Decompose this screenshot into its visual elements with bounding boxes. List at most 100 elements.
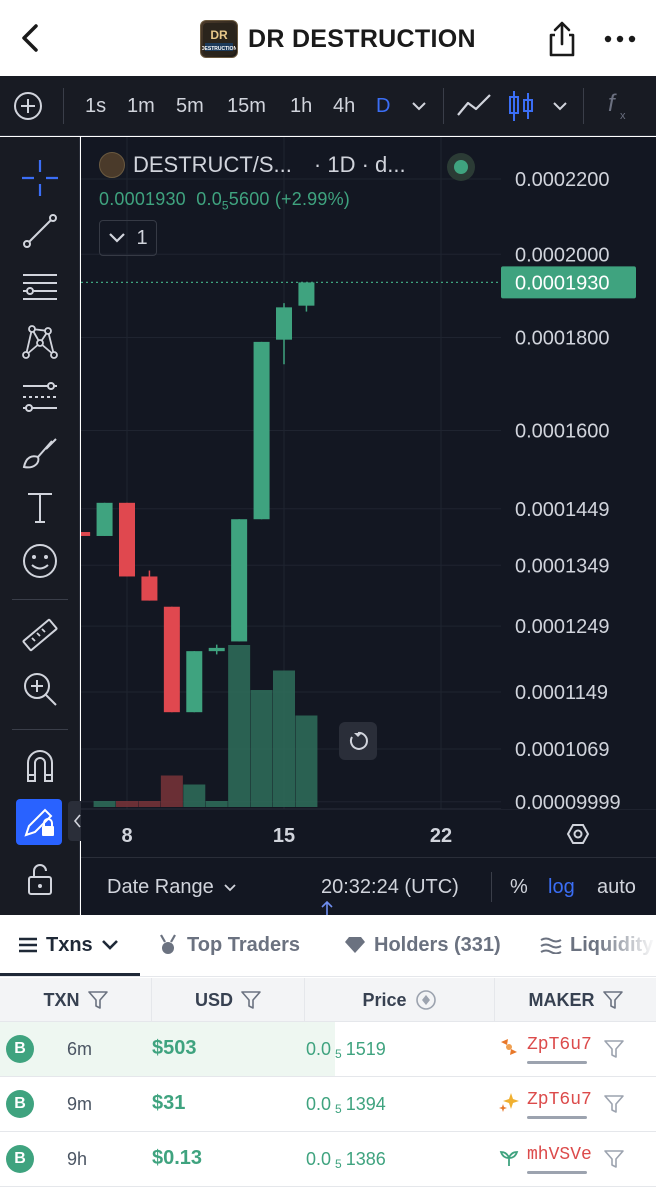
- interval-1h[interactable]: 1h: [290, 76, 312, 136]
- price-axis-label: 0.0002200: [515, 169, 610, 191]
- tx-price: 0.0 5 1519: [306, 1039, 386, 1061]
- prediction-tool[interactable]: [18, 375, 62, 419]
- smiley-icon: [23, 544, 57, 578]
- maker-address[interactable]: mhVSVe: [527, 1145, 592, 1165]
- filter-icon[interactable]: [603, 1038, 625, 1060]
- candle-body: [81, 532, 91, 536]
- candle-chart-type-button[interactable]: [507, 76, 535, 136]
- volume-bar: [295, 715, 318, 807]
- price-chart[interactable]: 0.0002200 0.0002000 0.0001800 0.0001600 0.00…: [81, 137, 656, 934]
- measure-tool[interactable]: [18, 613, 62, 657]
- svg-text:x: x: [620, 110, 626, 122]
- tab-txns[interactable]: Txns: [18, 915, 119, 975]
- interval-1d-active[interactable]: D: [376, 76, 390, 136]
- line-chart-type-button[interactable]: [456, 76, 492, 136]
- header-price[interactable]: Price: [305, 978, 495, 1022]
- maker-address[interactable]: ZpT6u7: [527, 1035, 592, 1055]
- medal-icon: [160, 934, 176, 954]
- tx-usd: $31: [152, 1092, 186, 1114]
- indicators-collapse-toggle[interactable]: 1: [99, 220, 157, 256]
- indicators-button[interactable]: f x: [606, 76, 632, 136]
- tx-age: 6m: [67, 1039, 93, 1059]
- date-range-label: Date Range: [107, 875, 214, 898]
- legend-change: 0.055600 (+2.99%): [196, 189, 350, 213]
- maker-underline: [527, 1116, 587, 1119]
- table-row[interactable]: B 9m $31 0.0 5 1394 ZpT6u7: [0, 1077, 656, 1132]
- transactions-table: TXN USD Price MAKER B 6m $503 0.0 5 1519 Z…: [0, 978, 656, 1187]
- tx-usd: $0.13: [152, 1147, 203, 1169]
- brush-tool[interactable]: [18, 431, 62, 475]
- reset-chart-button[interactable]: [339, 722, 377, 760]
- svg-text:DR: DR: [210, 28, 228, 42]
- interval-dropdown[interactable]: [410, 76, 428, 136]
- maker-address[interactable]: ZpT6u7: [527, 1090, 592, 1110]
- back-button[interactable]: [14, 20, 50, 56]
- filter-icon: [602, 991, 623, 1009]
- add-indicator-button[interactable]: [12, 76, 44, 136]
- chart-footer: Date Range 20:32:24 (UTC) % log auto: [81, 857, 656, 934]
- filter-icon: [241, 991, 261, 1009]
- interval-4h[interactable]: 4h: [333, 76, 355, 136]
- last-price-line: 0.0001930: [81, 266, 636, 299]
- text-tool[interactable]: [18, 485, 62, 529]
- toolbar-divider: [583, 88, 584, 124]
- table-row[interactable]: B 6m $503 0.0 5 1519 ZpT6u7: [0, 1022, 656, 1077]
- filter-icon[interactable]: [603, 1093, 625, 1115]
- log-scale-toggle[interactable]: log: [548, 858, 575, 916]
- auto-scale-toggle[interactable]: auto: [597, 858, 636, 916]
- utc-clock[interactable]: 20:32:24 (UTC): [321, 858, 459, 916]
- header-usd[interactable]: USD: [152, 978, 305, 1022]
- candle-body: [298, 282, 315, 306]
- tab-top-traders[interactable]: Top Traders: [157, 915, 300, 975]
- trendline-tool[interactable]: [18, 209, 62, 253]
- maker-underline: [527, 1061, 587, 1064]
- percent-scale-toggle[interactable]: %: [510, 858, 528, 916]
- crosshair-tool[interactable]: [18, 156, 62, 200]
- more-options-button[interactable]: [600, 24, 640, 54]
- date-range-selector[interactable]: Date Range: [107, 858, 238, 916]
- footer-divider: [491, 872, 492, 902]
- interval-15m[interactable]: 15m: [227, 76, 266, 136]
- share-button[interactable]: [544, 20, 580, 58]
- drawing-mode-lock-tool[interactable]: [16, 799, 62, 845]
- tx-usd: $503: [152, 1037, 197, 1059]
- fib-retracement-tool[interactable]: [18, 265, 62, 309]
- maker-underline: [527, 1171, 587, 1174]
- lock-drawings-tool[interactable]: [18, 857, 62, 901]
- share-icon: [549, 21, 575, 57]
- chart-type-dropdown[interactable]: [551, 76, 569, 136]
- pair-logo: [99, 152, 125, 178]
- candle-body: [141, 576, 158, 601]
- tab-holders[interactable]: Holders (331): [344, 915, 501, 975]
- tools-divider: [12, 729, 68, 730]
- price-axis-label: 0.0001449: [515, 499, 610, 521]
- volume-bar: [228, 645, 251, 807]
- magnet-icon: [27, 750, 53, 782]
- buy-badge: B: [6, 1090, 34, 1118]
- plant-icon: [499, 1151, 519, 1166]
- chevron-down-icon: [109, 233, 126, 243]
- price-axis[interactable]: 0.0002200 0.0002000 0.0001800 0.0001600 0.00…: [121, 137, 656, 847]
- emoji-tool[interactable]: [18, 539, 62, 583]
- chevron-down-icon: [101, 940, 118, 950]
- pattern-tool[interactable]: [18, 319, 62, 363]
- ruler-icon: [22, 618, 58, 652]
- table-row[interactable]: B 9h $0.13 0.0 5 1386 mhVSVe: [0, 1132, 656, 1187]
- header-maker[interactable]: MAKER: [495, 978, 656, 1022]
- tx-price: 0.0 5 1386: [306, 1149, 386, 1171]
- volume-bar: [205, 801, 228, 807]
- candle-body: [208, 647, 225, 652]
- interval-5m[interactable]: 5m: [176, 76, 204, 136]
- volume-bar: [250, 690, 273, 807]
- magnet-tool[interactable]: [18, 743, 62, 787]
- time-axis-label: 8: [121, 825, 132, 847]
- crosshair-icon: [22, 160, 58, 196]
- header-txn[interactable]: TXN: [0, 978, 152, 1022]
- horizontal-lines-icon: [23, 274, 57, 300]
- buy-badge: B: [6, 1035, 34, 1063]
- interval-1s[interactable]: 1s: [85, 76, 106, 136]
- candle-body: [253, 341, 270, 520]
- interval-1m[interactable]: 1m: [127, 76, 155, 136]
- filter-icon[interactable]: [603, 1148, 625, 1170]
- zoom-in-tool[interactable]: [18, 667, 62, 711]
